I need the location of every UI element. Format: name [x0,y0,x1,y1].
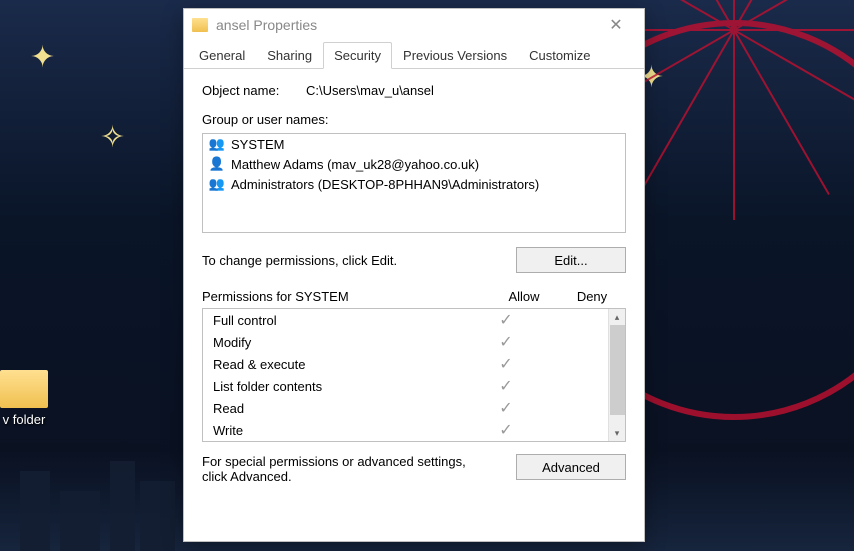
scroll-up-icon[interactable]: ▴ [609,309,625,325]
permission-row[interactable]: Read & execute ✓ [203,353,608,375]
permission-row[interactable]: Full control ✓ [203,309,608,331]
scroll-down-icon[interactable]: ▾ [609,425,625,441]
permission-row[interactable]: Write ✓ [203,419,608,441]
advanced-settings-text: For special permissions or advanced sett… [202,454,482,484]
list-item[interactable]: 👥 SYSTEM [203,134,625,154]
permission-row[interactable]: List folder contents ✓ [203,375,608,397]
permission-name: List folder contents [213,379,472,394]
tab-general[interactable]: General [188,42,256,69]
close-button[interactable]: ✕ [596,11,636,39]
edit-button[interactable]: Edit... [516,247,626,273]
tab-previous-versions[interactable]: Previous Versions [392,42,518,69]
permission-row[interactable]: Modify ✓ [203,331,608,353]
window-title: ansel Properties [216,17,596,33]
allow-check-icon: ✓ [472,310,540,330]
permission-name: Full control [213,313,472,328]
user-name: Administrators (DESKTOP-8PHHAN9\Administ… [231,177,539,192]
permission-row[interactable]: Read ✓ [203,397,608,419]
tab-security[interactable]: Security [323,42,392,69]
dialog-content: Object name: C:\Users\mav_u\ansel Group … [184,69,644,498]
deny-column-header: Deny [558,289,626,304]
folder-icon [0,370,48,408]
user-name: SYSTEM [231,137,284,152]
tab-bar: General Sharing Security Previous Versio… [184,41,644,69]
change-permissions-text: To change permissions, click Edit. [202,253,397,268]
properties-dialog: ansel Properties ✕ General Sharing Secur… [183,8,645,542]
object-name-label: Object name: [202,83,306,98]
object-name-value: C:\Users\mav_u\ansel [306,83,434,98]
list-item[interactable]: 👥 Administrators (DESKTOP-8PHHAN9\Admini… [203,174,625,194]
tab-sharing[interactable]: Sharing [256,42,323,69]
allow-check-icon: ✓ [472,354,540,374]
folder-icon [192,18,208,32]
group-names-label: Group or user names: [202,112,626,127]
permission-name: Write [213,423,472,438]
allow-check-icon: ✓ [472,420,540,440]
allow-check-icon: ✓ [472,376,540,396]
permission-name: Read [213,401,472,416]
scroll-thumb[interactable] [610,325,625,415]
advanced-button[interactable]: Advanced [516,454,626,480]
desktop-folder[interactable]: v folder [0,370,48,427]
scrollbar[interactable]: ▴ ▾ [608,309,625,441]
allow-column-header: Allow [490,289,558,304]
list-item[interactable]: 👤 Matthew Adams (mav_uk28@yahoo.co.uk) [203,154,625,174]
tab-customize[interactable]: Customize [518,42,601,69]
firework-icon: ✦ [30,40,55,75]
permission-name: Modify [213,335,472,350]
permissions-listbox: Full control ✓ Modify ✓ Read & execute ✓… [202,308,626,442]
group-icon: 👥 [209,176,225,192]
allow-check-icon: ✓ [472,332,540,352]
permissions-for-label: Permissions for SYSTEM [202,289,490,304]
desktop-folder-label: v folder [0,412,48,427]
firework-icon: ✧ [100,120,125,155]
user-name: Matthew Adams (mav_uk28@yahoo.co.uk) [231,157,479,172]
permission-name: Read & execute [213,357,472,372]
titlebar[interactable]: ansel Properties ✕ [184,9,644,41]
user-icon: 👤 [209,156,225,172]
allow-check-icon: ✓ [472,398,540,418]
group-icon: 👥 [209,136,225,152]
users-listbox[interactable]: 👥 SYSTEM 👤 Matthew Adams (mav_uk28@yahoo… [202,133,626,233]
